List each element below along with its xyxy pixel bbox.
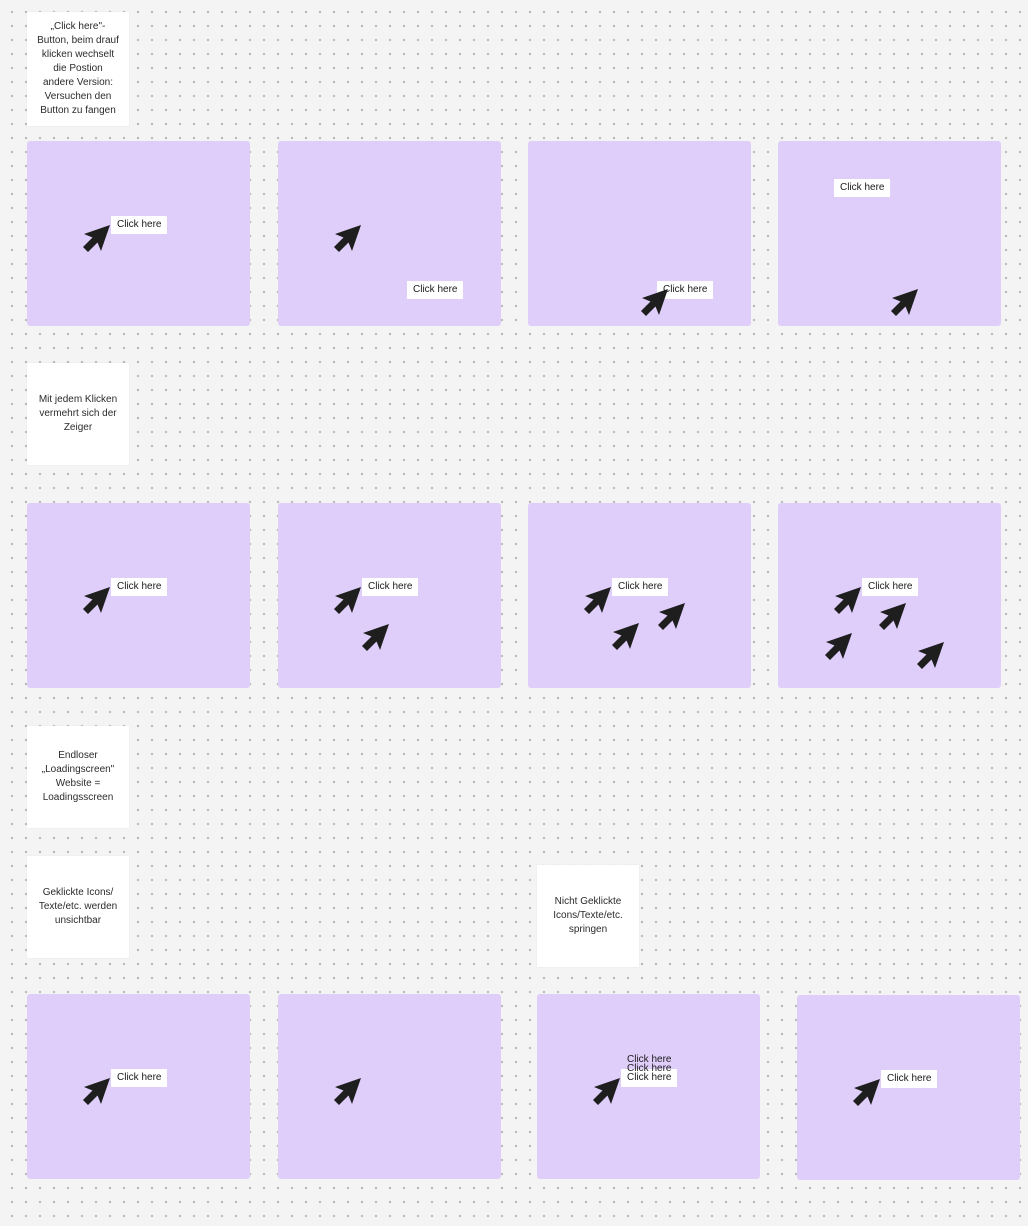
sticky-note-text: Endloser „Loadingscreen" Website = Loadi… xyxy=(41,750,115,803)
arrow-cursor-icon xyxy=(333,1076,363,1106)
click-here-button[interactable]: Click here xyxy=(612,578,669,596)
arrow-cursor-icon xyxy=(333,223,363,253)
sticky-note-text: Mit jedem Klicken vermehrt sich der Zeig… xyxy=(38,394,118,433)
arrow-cursor-icon xyxy=(824,631,854,661)
arrow-cursor-icon xyxy=(82,223,112,253)
frame-row2-2[interactable]: Click here xyxy=(278,503,501,688)
arrow-cursor-icon xyxy=(592,1076,622,1106)
frame-row2-1[interactable]: Click here xyxy=(27,503,250,688)
sticky-note-clicked-invisible[interactable]: Geklickte Icons/ Texte/etc. werden unsic… xyxy=(27,856,129,958)
arrow-cursor-icon xyxy=(82,585,112,615)
frame-row2-4[interactable]: Click here xyxy=(778,503,1001,688)
arrow-cursor-icon xyxy=(852,1077,882,1107)
click-here-button[interactable]: Click here xyxy=(621,1051,677,1069)
click-here-button[interactable]: Click here xyxy=(862,578,919,596)
arrow-cursor-icon xyxy=(878,601,908,631)
arrow-cursor-icon xyxy=(333,585,363,615)
whiteboard-canvas: „Click here"- Button, beim drauf klicken… xyxy=(0,0,1028,1226)
frame-row3-4[interactable]: Click here xyxy=(797,995,1020,1180)
frame-row1-2[interactable]: Click here xyxy=(278,141,501,326)
frame-row1-3[interactable]: Click here xyxy=(528,141,751,326)
click-here-button[interactable]: Click here xyxy=(111,578,168,596)
frame-row1-1[interactable]: Click here xyxy=(27,141,250,326)
click-here-button[interactable]: Click here xyxy=(111,216,168,234)
sticky-note-cursor-multiply[interactable]: Mit jedem Klicken vermehrt sich der Zeig… xyxy=(27,363,129,465)
click-here-button[interactable]: Click here xyxy=(881,1070,938,1088)
sticky-note-button-position[interactable]: „Click here"- Button, beim drauf klicken… xyxy=(27,12,129,126)
sticky-note-text: „Click here"- Button, beim drauf klicken… xyxy=(37,21,119,116)
click-here-button[interactable]: Click here xyxy=(362,578,419,596)
arrow-cursor-icon xyxy=(583,585,613,615)
frame-row3-3[interactable]: Click here Click here Click here xyxy=(537,994,760,1179)
click-here-button[interactable]: Click here xyxy=(407,281,464,299)
arrow-cursor-icon xyxy=(890,287,920,317)
sticky-note-not-clicked-jump[interactable]: Nicht Geklickte Icons/Texte/etc. springe… xyxy=(537,865,639,967)
frame-row2-3[interactable]: Click here xyxy=(528,503,751,688)
sticky-note-text: Geklickte Icons/ Texte/etc. werden unsic… xyxy=(38,887,118,926)
click-here-button[interactable]: Click here xyxy=(111,1069,168,1087)
arrow-cursor-icon xyxy=(611,621,641,651)
arrow-cursor-icon xyxy=(916,640,946,670)
sticky-note-loadingscreen[interactable]: Endloser „Loadingscreen" Website = Loadi… xyxy=(27,726,129,828)
arrow-cursor-icon xyxy=(361,622,391,652)
arrow-cursor-icon xyxy=(833,585,863,615)
frame-row3-2[interactable] xyxy=(278,994,501,1179)
click-here-button[interactable]: Click here xyxy=(834,179,891,197)
arrow-cursor-icon xyxy=(640,287,670,317)
arrow-cursor-icon xyxy=(82,1076,112,1106)
frame-row3-1[interactable]: Click here xyxy=(27,994,250,1179)
arrow-cursor-icon xyxy=(657,601,687,631)
sticky-note-text: Nicht Geklickte Icons/Texte/etc. springe… xyxy=(553,896,623,935)
frame-row1-4[interactable]: Click here xyxy=(778,141,1001,326)
